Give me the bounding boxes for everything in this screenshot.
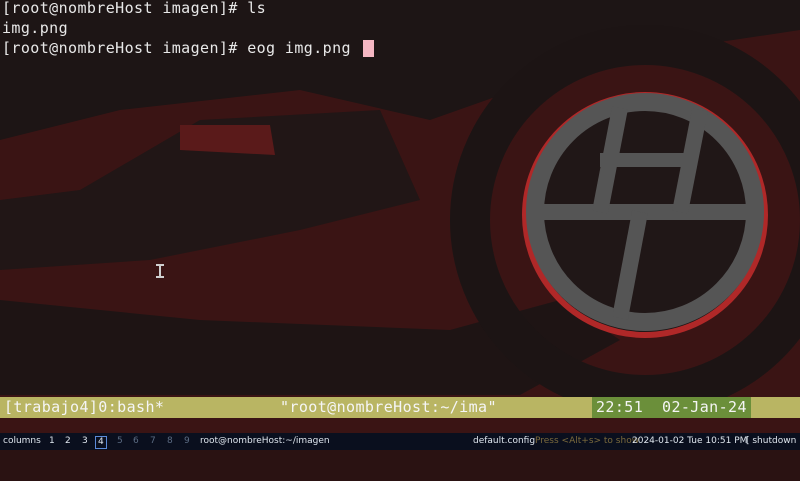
ibeam-cursor-icon xyxy=(156,264,164,278)
hint-text: Press <Alt+s> to show xyxy=(535,436,640,446)
layout-label[interactable]: columns xyxy=(3,433,41,450)
workspace-4[interactable]: 4 xyxy=(95,436,107,449)
desktop-panel: columns 1 2 3 4 5 6 7 8 9 root@nombreHos… xyxy=(0,433,800,450)
workspace-7[interactable]: 7 xyxy=(150,433,156,450)
active-window-title[interactable]: root@nombreHost:~/imagen xyxy=(200,433,330,450)
workspace-1[interactable]: 1 xyxy=(49,433,55,450)
terminal-window[interactable]: [root@nombreHost imagen]# ls img.png [ro… xyxy=(0,0,800,395)
workspace-2[interactable]: 2 xyxy=(65,433,71,450)
tmux-session-label[interactable]: [trabajo4]0:bash* xyxy=(4,397,164,418)
tmux-pane-title: "root@nombreHost:~/ima" xyxy=(280,398,497,416)
terminal-prompt-line[interactable]: [root@nombreHost imagen]# eog img.png xyxy=(2,38,375,58)
workspace-5[interactable]: 5 xyxy=(117,433,123,450)
terminal-line: [root@nombreHost imagen]# eog img.png xyxy=(2,39,361,57)
text-cursor xyxy=(363,40,375,57)
workspace-3[interactable]: 3 xyxy=(82,433,88,450)
tmux-clock: 22:51 02-Jan-24 xyxy=(592,397,751,418)
tmux-status-bar: [trabajo4]0:bash* "root@nombreHost:~/ima… xyxy=(0,397,800,418)
workspace-9[interactable]: 9 xyxy=(184,433,190,450)
terminal-line: img.png xyxy=(2,19,69,37)
shutdown-button[interactable]: [ shutdown ] xyxy=(746,433,800,450)
panel-clock: 2024-01-02 Tue 10:51 PM xyxy=(632,436,748,446)
config-label[interactable]: default.config xyxy=(473,433,535,450)
workspace-8[interactable]: 8 xyxy=(167,433,173,450)
terminal-line: [root@nombreHost imagen]# ls xyxy=(2,0,267,17)
workspace-6[interactable]: 6 xyxy=(133,433,139,450)
